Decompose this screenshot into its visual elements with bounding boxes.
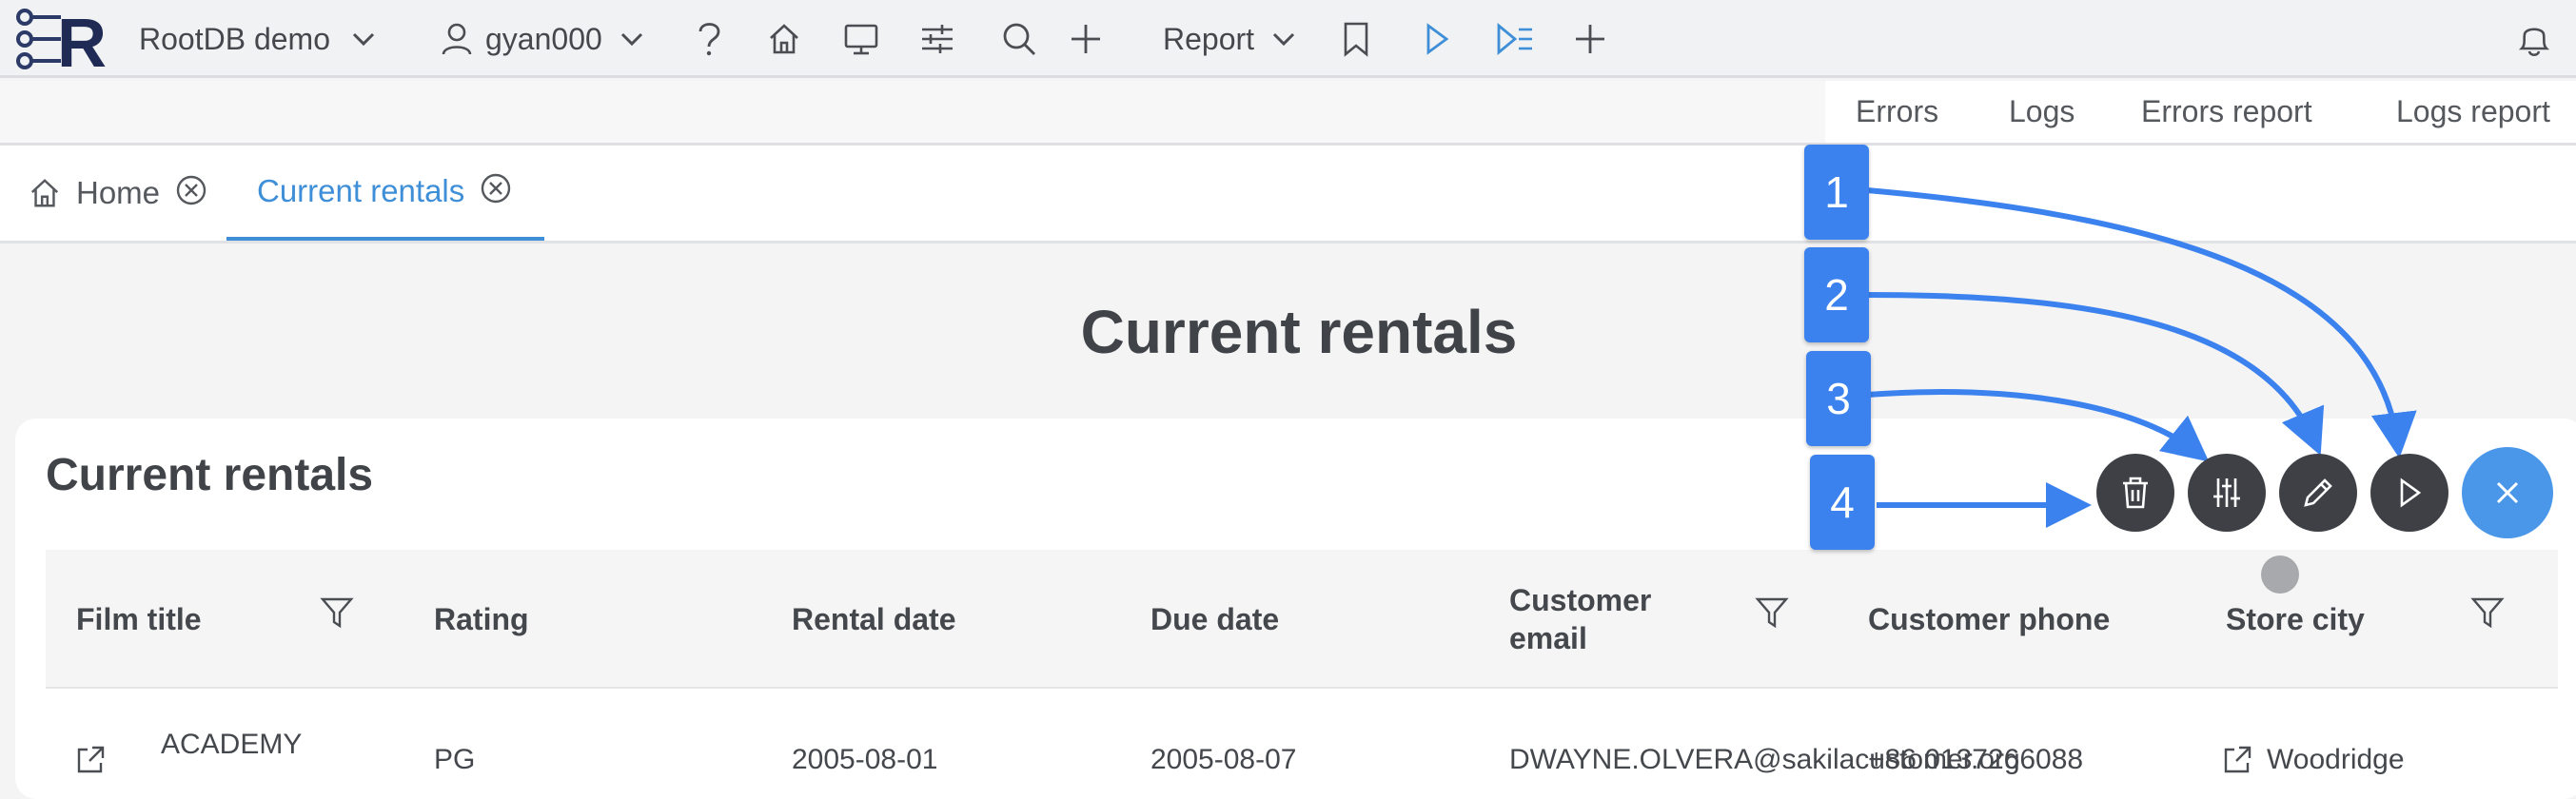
- errors-link[interactable]: Errors: [1856, 81, 1938, 143]
- chevron-down-icon: [619, 29, 644, 49]
- report-menu[interactable]: Report: [1163, 0, 1296, 78]
- tab-home[interactable]: Home: [29, 146, 224, 241]
- cell-customer-phone: +86 0137266088: [1868, 744, 2084, 775]
- search-icon[interactable]: [1001, 0, 1037, 78]
- cell-film-title: ACADEMY: [161, 729, 303, 760]
- bell-icon[interactable]: [2516, 0, 2552, 78]
- external-link-icon[interactable]: [2221, 744, 2253, 776]
- column-header-rating[interactable]: Rating: [434, 550, 529, 689]
- close-tab-icon[interactable]: [175, 174, 207, 206]
- callout-1: 1: [1804, 145, 1869, 240]
- callout-3: 3: [1806, 351, 1871, 446]
- cell-rental-date: 2005-08-01: [792, 744, 938, 775]
- user-icon: [440, 22, 474, 56]
- tab-label: Current rentals: [257, 173, 465, 208]
- parameters-button[interactable]: [2188, 454, 2266, 532]
- delete-button[interactable]: [2096, 454, 2174, 532]
- column-header-customer-phone[interactable]: Customer phone: [1868, 550, 2110, 689]
- report-label: Report: [1163, 21, 1255, 56]
- run-button[interactable]: [2370, 454, 2448, 532]
- rootdb-logo[interactable]: R: [15, 0, 110, 78]
- errors-report-link[interactable]: Errors report: [2141, 81, 2312, 143]
- column-header-film-title[interactable]: Film title: [76, 550, 202, 689]
- tab-current-rentals[interactable]: Current rentals: [226, 146, 544, 241]
- app-name: RootDB demo: [139, 21, 330, 56]
- chevron-down-icon: [1271, 29, 1296, 49]
- play-icon: [2395, 476, 2424, 510]
- card-title: Current rentals: [46, 450, 374, 500]
- tab-label: Home: [76, 175, 161, 210]
- user-name: gyan000: [485, 21, 602, 56]
- run-all-icon[interactable]: [1496, 0, 1534, 78]
- filter-icon[interactable]: [320, 595, 354, 630]
- callout-2: 2: [1804, 247, 1869, 342]
- help-icon[interactable]: [693, 0, 725, 78]
- home-icon[interactable]: [767, 0, 801, 78]
- bookmark-icon[interactable]: [1342, 0, 1370, 78]
- top-navbar: R RootDB demo gyan000 Report: [0, 0, 2576, 78]
- app-selector[interactable]: RootDB demo: [139, 0, 376, 78]
- pencil-icon: [2301, 476, 2335, 510]
- trash-icon: [2119, 475, 2152, 511]
- user-menu[interactable]: gyan000: [440, 0, 644, 78]
- column-header-customer-email[interactable]: Customer email: [1509, 550, 1662, 689]
- table-header: Film title Rating Rental date Due date C…: [46, 550, 2558, 689]
- column-header-due-date[interactable]: Due date: [1150, 550, 1279, 689]
- sliders-icon: [2211, 476, 2243, 510]
- close-icon: [2493, 478, 2522, 507]
- cell-store-city: Woodridge: [2267, 744, 2405, 775]
- filter-icon[interactable]: [1755, 595, 1789, 630]
- drag-handle[interactable]: [2261, 555, 2299, 594]
- home-icon: [29, 177, 61, 209]
- callout-4: 4: [1810, 455, 1875, 550]
- logs-link[interactable]: Logs: [2009, 81, 2075, 143]
- close-fab-button[interactable]: [2462, 447, 2553, 538]
- column-header-rental-date[interactable]: Rental date: [792, 550, 955, 689]
- filter-icon[interactable]: [2470, 595, 2505, 630]
- play-icon[interactable]: [1424, 0, 1450, 78]
- page-title: Current rentals: [1080, 298, 1518, 366]
- svg-text:R: R: [57, 6, 107, 72]
- close-tab-icon[interactable]: [480, 172, 512, 205]
- logs-report-link[interactable]: Logs report: [2396, 81, 2550, 143]
- secondary-links: Errors Logs Errors report Logs report: [1825, 81, 2576, 143]
- edit-button[interactable]: [2279, 454, 2357, 532]
- plus-icon[interactable]: [1574, 0, 1606, 78]
- secondary-bar: Errors Logs Errors report Logs report: [0, 81, 2576, 146]
- sliders-icon[interactable]: [919, 0, 955, 78]
- external-link-icon[interactable]: [74, 744, 107, 776]
- cell-rating: PG: [434, 744, 476, 775]
- tab-bar: Home Current rentals: [0, 146, 2576, 244]
- plus-icon[interactable]: [1070, 0, 1102, 78]
- chevron-down-icon: [351, 29, 376, 49]
- monitor-icon[interactable]: [843, 0, 879, 78]
- cell-due-date: 2005-08-07: [1150, 744, 1297, 775]
